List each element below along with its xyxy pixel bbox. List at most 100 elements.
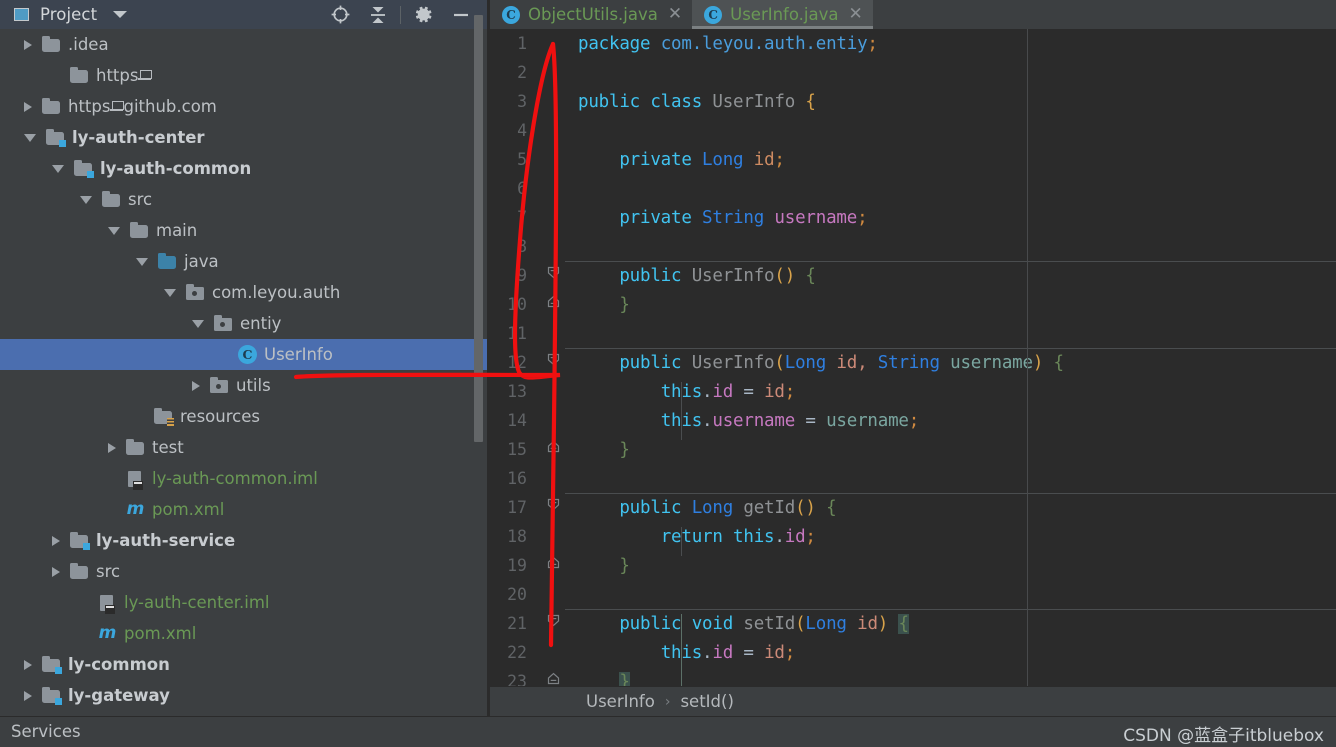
- breadcrumb-item[interactable]: UserInfo: [586, 692, 655, 711]
- fold-gutter[interactable]: [535, 522, 565, 551]
- fold-gutter[interactable]: [535, 464, 565, 493]
- tree-item[interactable]: src: [0, 184, 490, 215]
- tree-item[interactable]: java: [0, 246, 490, 277]
- fold-gutter[interactable]: [535, 203, 565, 232]
- tree-item[interactable]: https: [0, 60, 490, 91]
- close-icon[interactable]: ✕: [668, 6, 682, 23]
- fold-collapse-icon[interactable]: [547, 353, 560, 366]
- code-line[interactable]: 8: [490, 232, 1336, 261]
- code-line[interactable]: 17 public Long getId() {: [490, 493, 1336, 522]
- fold-gutter[interactable]: [535, 319, 565, 348]
- chevron-right-icon[interactable]: [24, 690, 32, 701]
- fold-gutter[interactable]: [535, 609, 565, 638]
- chevron-right-icon[interactable]: [52, 535, 60, 546]
- tree-item[interactable]: https github.com: [0, 91, 490, 122]
- code-line[interactable]: 15 }: [490, 435, 1336, 464]
- project-panel-title[interactable]: Project: [40, 5, 97, 24]
- fold-gutter[interactable]: [535, 145, 565, 174]
- fold-end-icon[interactable]: [547, 672, 560, 685]
- code-line[interactable]: 14 this.username = username;: [490, 406, 1336, 440]
- code-line[interactable]: 3 public class UserInfo {: [490, 87, 1336, 116]
- fold-end-icon[interactable]: [547, 295, 560, 308]
- chevron-right-icon[interactable]: [108, 442, 116, 453]
- gear-icon[interactable]: [404, 0, 442, 29]
- services-tool-button[interactable]: Services: [11, 722, 81, 741]
- chevron-right-icon[interactable]: [24, 101, 32, 112]
- editor-tab[interactable]: C ObjectUtils.java ✕: [490, 0, 692, 29]
- fold-gutter[interactable]: [535, 638, 565, 667]
- tree-item[interactable]: ly-auth-common.iml: [0, 463, 490, 494]
- tree-item[interactable]: resources: [0, 401, 490, 432]
- tree-item[interactable]: main: [0, 215, 490, 246]
- fold-gutter[interactable]: [535, 29, 565, 58]
- tree-item[interactable]: com.leyou.auth: [0, 277, 490, 308]
- fold-gutter[interactable]: [535, 58, 565, 87]
- breadcrumb[interactable]: UserInfo › setId(): [490, 687, 1336, 716]
- code-line[interactable]: 12 public UserInfo(Long id, String usern…: [490, 348, 1336, 377]
- chevron-down-icon[interactable]: [113, 11, 128, 18]
- tree-item[interactable]: ly-auth-center.iml: [0, 587, 490, 618]
- tree-item[interactable]: ly-common: [0, 649, 490, 680]
- project-tree-scrollbar[interactable]: [474, 15, 483, 442]
- chevron-right-icon[interactable]: [24, 659, 32, 670]
- close-icon[interactable]: ✕: [849, 6, 863, 23]
- locate-target-icon[interactable]: [321, 0, 359, 29]
- fold-collapse-icon[interactable]: [547, 614, 560, 627]
- code-line[interactable]: 20: [490, 580, 1336, 609]
- project-file-tree[interactable]: .idea https https github.com ly-auth-center l…: [0, 29, 490, 716]
- tree-item[interactable]: m pom.xml: [0, 494, 490, 525]
- fold-gutter[interactable]: [535, 87, 565, 116]
- code-line[interactable]: 22 this.id = id;: [490, 638, 1336, 672]
- code-line[interactable]: 6: [490, 174, 1336, 203]
- fold-gutter[interactable]: [535, 116, 565, 145]
- chevron-down-icon[interactable]: [192, 319, 204, 328]
- fold-gutter[interactable]: [535, 174, 565, 203]
- chevron-down-icon[interactable]: [80, 195, 92, 204]
- fold-gutter[interactable]: [535, 290, 565, 319]
- fold-gutter[interactable]: [535, 435, 565, 464]
- code-line[interactable]: 7 private String username;: [490, 203, 1336, 232]
- code-line[interactable]: 23 }: [490, 667, 1336, 686]
- fold-collapse-icon[interactable]: [547, 266, 560, 279]
- code-line[interactable]: 21 public void setId(Long id) {: [490, 609, 1336, 643]
- tree-item[interactable]: entiy: [0, 308, 490, 339]
- code-line[interactable]: 2: [490, 58, 1336, 87]
- code-line[interactable]: 16: [490, 464, 1336, 493]
- fold-gutter[interactable]: [535, 261, 565, 290]
- tree-item[interactable]: src: [0, 556, 490, 587]
- code-line[interactable]: 5 private Long id;: [490, 145, 1336, 174]
- tree-item[interactable]: utils: [0, 370, 490, 401]
- tree-item[interactable]: ly-gateway: [0, 680, 490, 711]
- tree-item[interactable]: ly-auth-service: [0, 525, 490, 556]
- code-line[interactable]: 11: [490, 319, 1336, 348]
- tree-item[interactable]: .idea: [0, 29, 490, 60]
- chevron-down-icon[interactable]: [136, 257, 148, 266]
- collapse-all-icon[interactable]: [359, 0, 397, 29]
- tree-item[interactable]: ly-auth-common: [0, 153, 490, 184]
- tree-item-selected[interactable]: C UserInfo: [0, 339, 490, 370]
- fold-gutter[interactable]: [535, 551, 565, 580]
- tree-item[interactable]: test: [0, 432, 490, 463]
- code-line[interactable]: 19 }: [490, 551, 1336, 580]
- editor-tab[interactable]: C UserInfo.java ✕: [692, 0, 873, 29]
- chevron-right-icon[interactable]: [52, 566, 60, 577]
- chevron-down-icon[interactable]: [108, 226, 120, 235]
- chevron-right-icon[interactable]: [192, 380, 200, 391]
- fold-gutter[interactable]: [535, 493, 565, 522]
- breadcrumb-item[interactable]: setId(): [680, 692, 733, 711]
- code-line[interactable]: 4: [490, 116, 1336, 145]
- code-editor[interactable]: 1 package com.leyou.auth.entiy; 2 3 public c…: [490, 29, 1336, 686]
- fold-gutter[interactable]: [535, 406, 565, 435]
- fold-end-icon[interactable]: [547, 440, 560, 453]
- chevron-down-icon[interactable]: [52, 164, 64, 173]
- fold-gutter[interactable]: [535, 377, 565, 406]
- fold-gutter[interactable]: [535, 232, 565, 261]
- fold-collapse-icon[interactable]: [547, 498, 560, 511]
- fold-end-icon[interactable]: [547, 556, 560, 569]
- tree-item[interactable]: m pom.xml: [0, 618, 490, 649]
- tree-item[interactable]: ly-auth-center: [0, 122, 490, 153]
- fold-gutter[interactable]: [535, 667, 565, 686]
- fold-gutter[interactable]: [535, 580, 565, 609]
- chevron-down-icon[interactable]: [164, 288, 176, 297]
- code-line[interactable]: 13 this.id = id;: [490, 377, 1336, 411]
